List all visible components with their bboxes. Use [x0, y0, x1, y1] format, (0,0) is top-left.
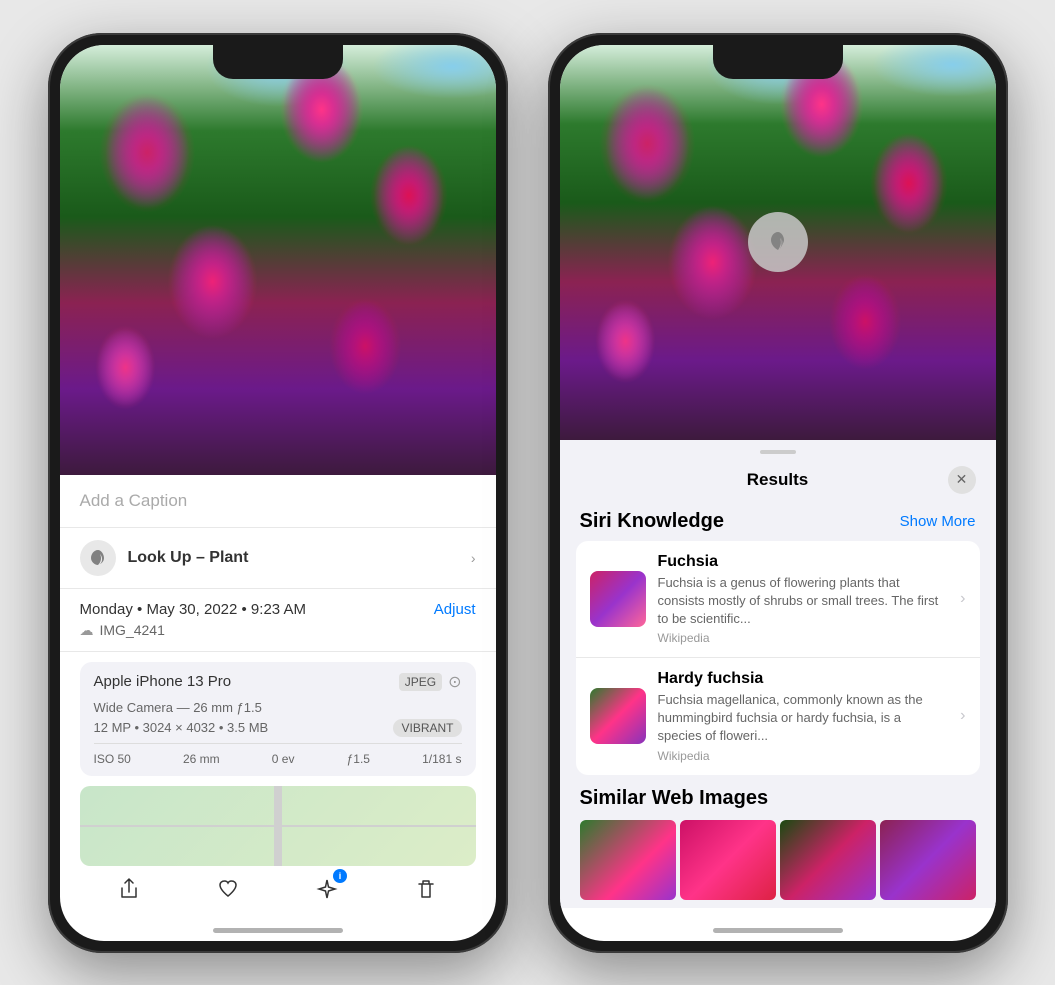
- lookup-icon: [80, 540, 116, 576]
- specs-text: 12 MP • 3024 × 4032 • 3.5 MB: [94, 720, 269, 735]
- date-row: Monday • May 30, 2022 • 9:23 AM Adjust: [80, 601, 476, 618]
- fuchsia-thumb-image: [590, 571, 646, 627]
- heart-icon: [217, 878, 239, 900]
- sheet-title: Results: [608, 470, 948, 490]
- filename-row: ☁ IMG_4241: [80, 622, 476, 639]
- hardy-chevron: ›: [960, 707, 965, 725]
- fuchsia-source: Wikipedia: [658, 631, 949, 645]
- phones-container: Add a Caption Look Up – Plant › Monday •…: [48, 33, 1008, 953]
- camera-header: Apple iPhone 13 Pro JPEG ⊙: [94, 672, 462, 692]
- exif-aperture: ƒ1.5: [347, 752, 370, 766]
- similar-image-4[interactable]: [880, 820, 976, 900]
- hardy-thumbnail: [590, 688, 646, 744]
- exif-focal: 26 mm: [183, 752, 220, 766]
- right-phone-frame: Results ✕ Siri Knowledge Show More: [548, 33, 1008, 953]
- lookup-row[interactable]: Look Up – Plant ›: [60, 528, 496, 589]
- caption-area[interactable]: Add a Caption: [60, 475, 496, 528]
- fuchsia-title: Fuchsia: [658, 553, 949, 571]
- left-phone-screen: Add a Caption Look Up – Plant › Monday •…: [60, 45, 496, 941]
- knowledge-card: Fuchsia Fuchsia is a genus of flowering …: [576, 541, 980, 775]
- filename-text: IMG_4241: [100, 622, 165, 638]
- right-notch: [713, 45, 843, 79]
- fuchsia-thumbnail: [590, 571, 646, 627]
- trash-button[interactable]: [404, 867, 448, 911]
- right-home-bar: [713, 928, 843, 933]
- siri-badge: [748, 212, 808, 272]
- results-sheet: Results ✕ Siri Knowledge Show More: [560, 440, 996, 908]
- exif-row: ISO 50 26 mm 0 ev ƒ1.5 1/181 s: [94, 743, 462, 766]
- adjust-button[interactable]: Adjust: [434, 601, 476, 618]
- info-badge: i: [333, 869, 347, 883]
- exif-iso: ISO 50: [94, 752, 131, 766]
- camera-name: Apple iPhone 13 Pro: [94, 673, 232, 690]
- close-button[interactable]: ✕: [948, 466, 976, 494]
- fuchsia-chevron: ›: [960, 590, 965, 608]
- lookup-prefix: Look Up –: [128, 549, 210, 566]
- siri-leaf-icon: [764, 228, 792, 256]
- info-button[interactable]: i: [305, 867, 349, 911]
- similar-image-3[interactable]: [780, 820, 876, 900]
- siri-knowledge-header: Siri Knowledge Show More: [560, 502, 996, 541]
- hardy-description: Fuchsia magellanica, commonly known as t…: [658, 691, 949, 746]
- right-photo-area[interactable]: [560, 45, 996, 440]
- lookup-label: Look Up – Plant: [128, 549, 459, 567]
- knowledge-item-fuchsia[interactable]: Fuchsia Fuchsia is a genus of flowering …: [576, 541, 980, 658]
- camera-specs: 12 MP • 3024 × 4032 • 3.5 MB VIBRANT: [94, 719, 462, 737]
- lookup-value: Plant: [209, 549, 248, 566]
- hardy-thumb-image: [590, 688, 646, 744]
- camera-detail: Wide Camera — 26 mm ƒ1.5: [94, 700, 462, 715]
- show-more-button[interactable]: Show More: [900, 513, 976, 530]
- leaf-icon: [88, 548, 108, 568]
- fuchsia-content: Fuchsia Fuchsia is a genus of flowering …: [658, 553, 949, 646]
- info-section: Monday • May 30, 2022 • 9:23 AM Adjust ☁…: [60, 589, 496, 652]
- exif-ev: 0 ev: [272, 752, 295, 766]
- left-photo-area[interactable]: [60, 45, 496, 475]
- siri-knowledge-title: Siri Knowledge: [580, 510, 724, 533]
- right-phone-screen: Results ✕ Siri Knowledge Show More: [560, 45, 996, 941]
- hardy-title: Hardy fuchsia: [658, 670, 949, 688]
- date-text: Monday • May 30, 2022 • 9:23 AM: [80, 601, 306, 618]
- cloud-icon: ☁: [80, 622, 94, 639]
- similar-images: [580, 820, 976, 900]
- settings-icon[interactable]: ⊙: [448, 672, 461, 692]
- fuchsia-description: Fuchsia is a genus of flowering plants t…: [658, 574, 949, 629]
- flower-background: [60, 45, 496, 475]
- notch: [213, 45, 343, 79]
- hardy-source: Wikipedia: [658, 749, 949, 763]
- similar-image-2[interactable]: [680, 820, 776, 900]
- camera-section: Apple iPhone 13 Pro JPEG ⊙ Wide Camera —…: [80, 662, 476, 776]
- sheet-header: Results ✕: [560, 454, 996, 502]
- map-area[interactable]: [80, 786, 476, 866]
- share-button[interactable]: [107, 867, 151, 911]
- trash-icon: [415, 878, 437, 900]
- camera-badges: JPEG ⊙: [399, 672, 462, 692]
- left-phone-frame: Add a Caption Look Up – Plant › Monday •…: [48, 33, 508, 953]
- jpeg-badge: JPEG: [399, 673, 442, 691]
- similar-section: Similar Web Images: [560, 775, 996, 908]
- lookup-chevron: ›: [471, 550, 476, 566]
- share-icon: [118, 878, 140, 900]
- hardy-content: Hardy fuchsia Fuchsia magellanica, commo…: [658, 670, 949, 763]
- heart-button[interactable]: [206, 867, 250, 911]
- home-bar: [213, 928, 343, 933]
- map-background: [80, 786, 476, 866]
- bottom-toolbar: i: [60, 867, 496, 911]
- similar-title: Similar Web Images: [580, 787, 976, 810]
- vibrant-badge: VIBRANT: [393, 719, 461, 737]
- knowledge-item-hardy[interactable]: Hardy fuchsia Fuchsia magellanica, commo…: [576, 657, 980, 775]
- exif-shutter: 1/181 s: [422, 752, 461, 766]
- similar-image-1[interactable]: [580, 820, 676, 900]
- caption-placeholder[interactable]: Add a Caption: [80, 491, 188, 510]
